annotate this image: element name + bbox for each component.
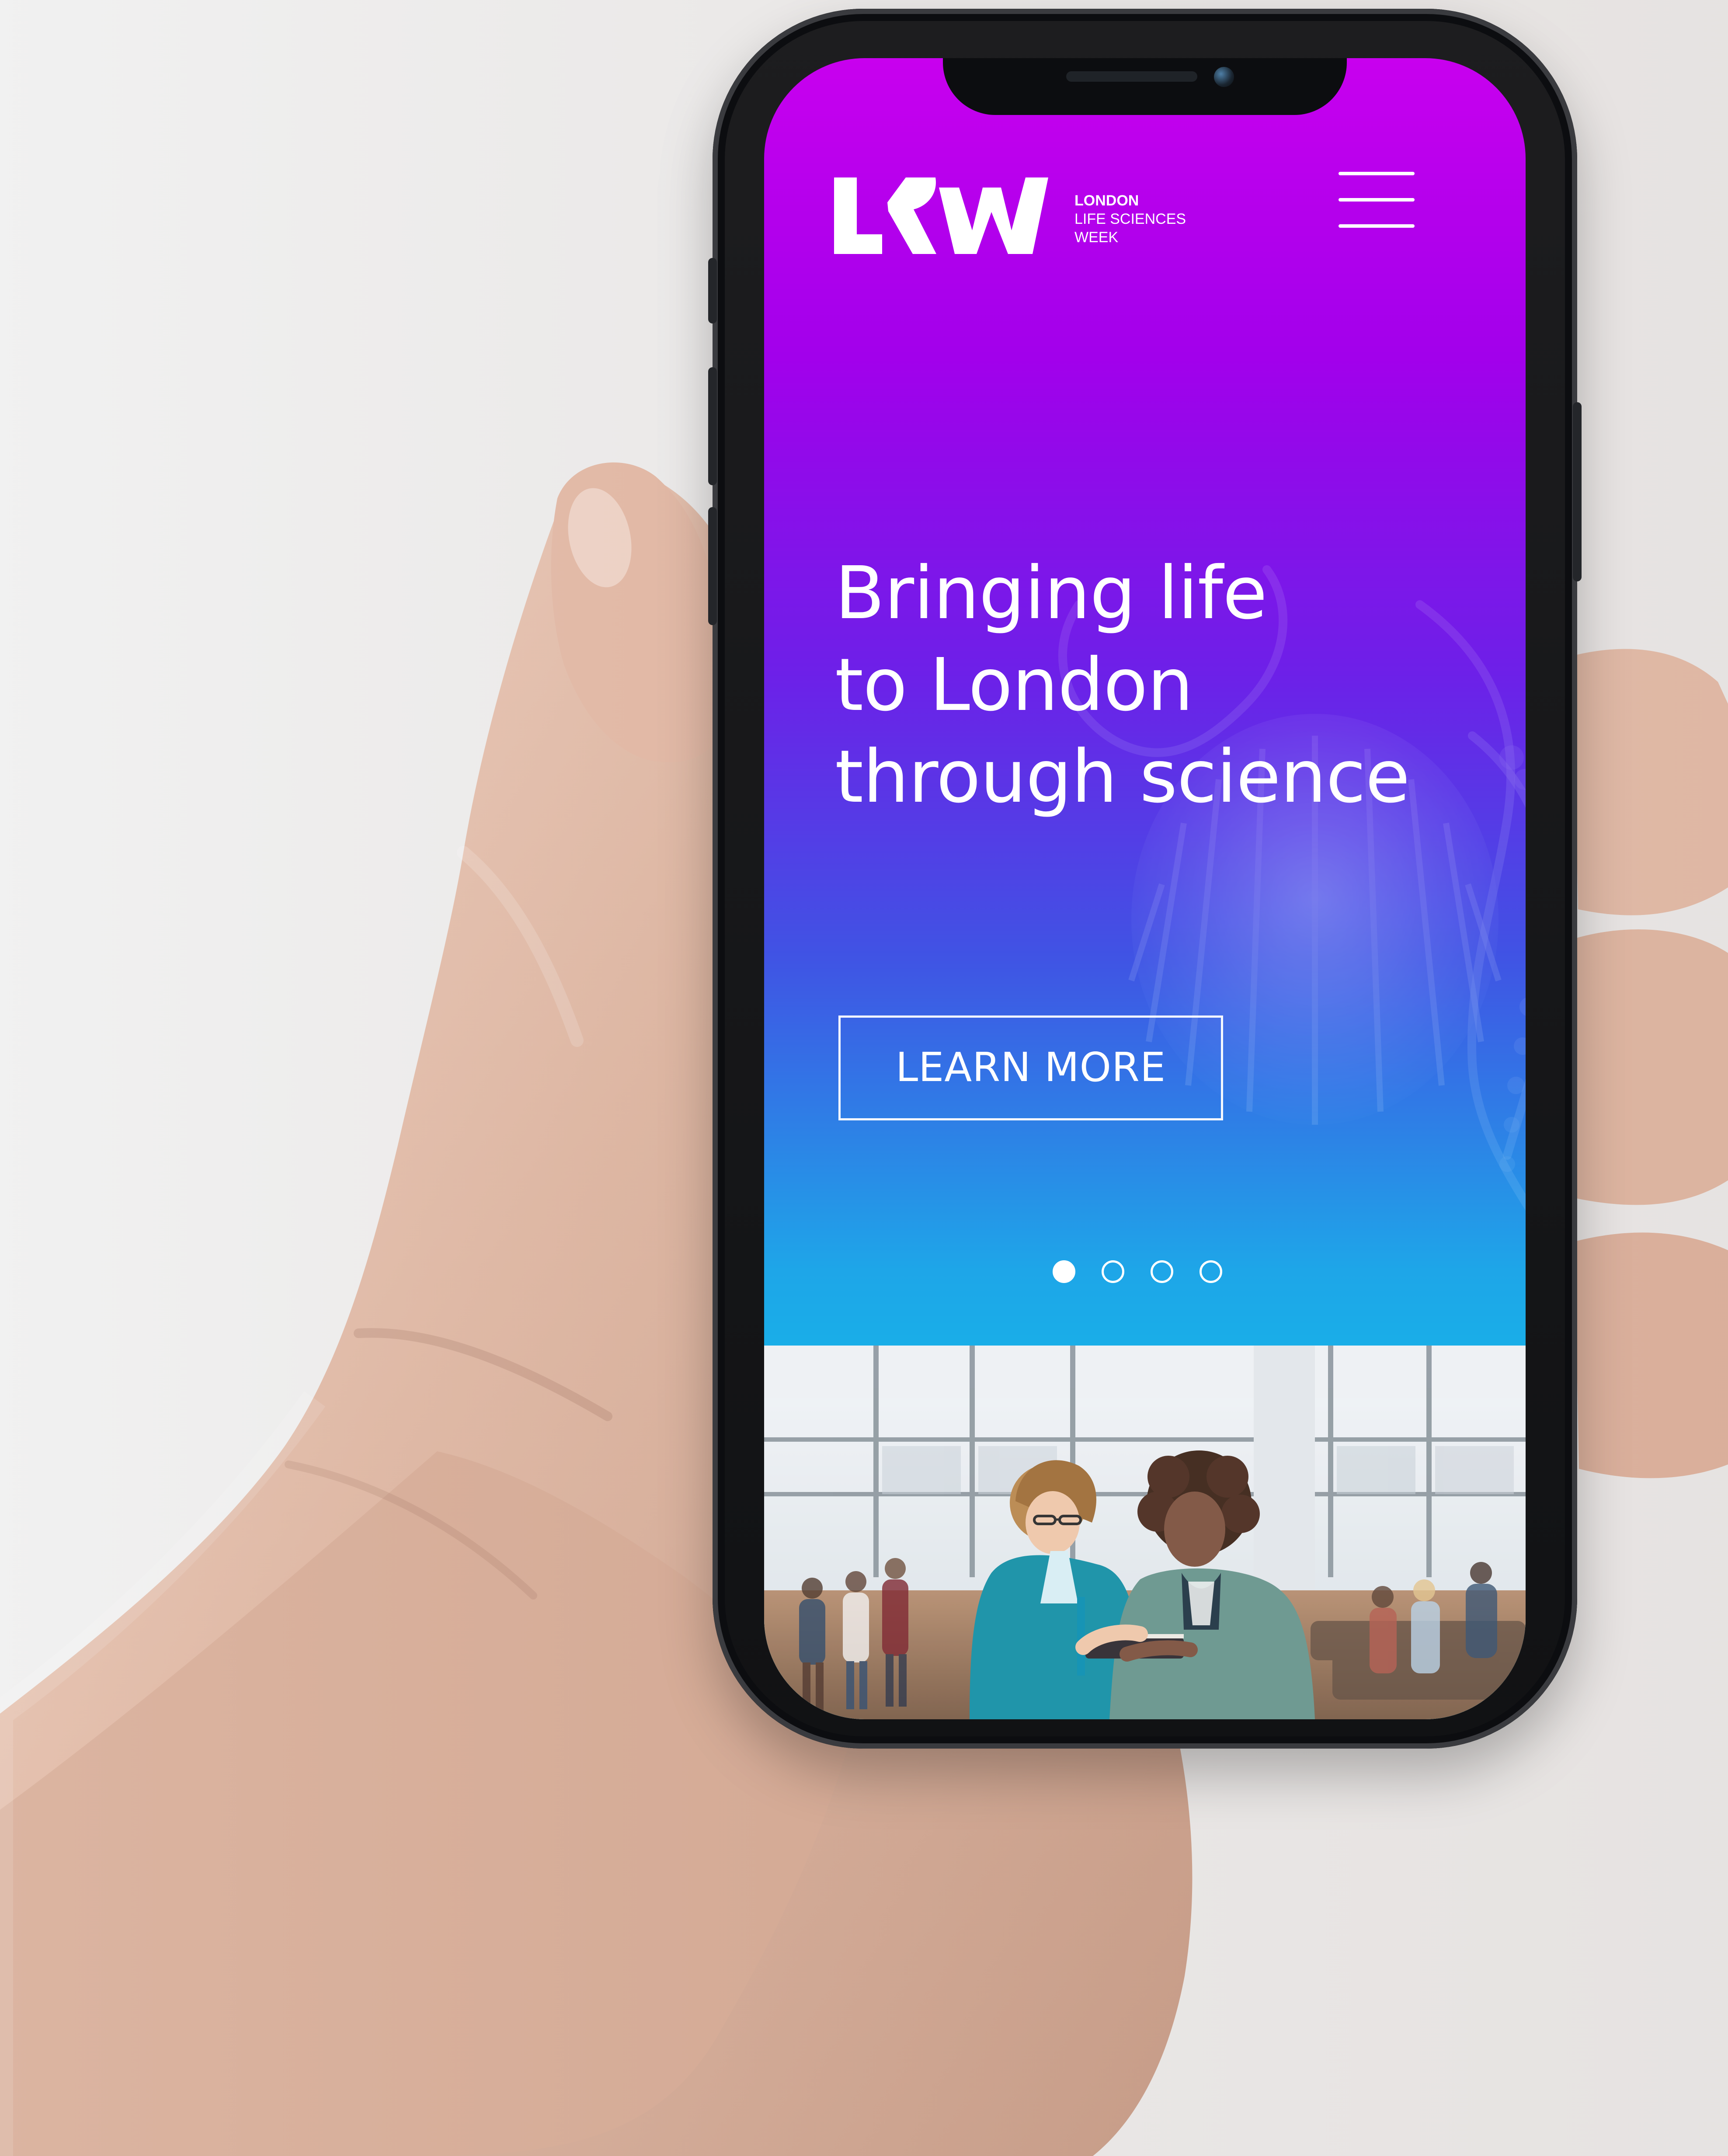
hero-title-line-1: Bringing life xyxy=(835,551,1267,636)
phone-notch xyxy=(943,58,1347,115)
logo-line-life-sciences: LIFE SCIENCES xyxy=(1074,211,1186,227)
power-button xyxy=(1573,402,1582,581)
carousel-dot-4[interactable] xyxy=(1200,1260,1222,1283)
phone-mockup-scene: LONDON LIFE SCIENCES WEEK Bringing life … xyxy=(0,0,1728,2156)
front-camera-icon xyxy=(1214,67,1234,87)
carousel-dot-2[interactable] xyxy=(1102,1260,1124,1283)
carousel-pagination xyxy=(1053,1260,1236,1291)
hero-title: Bringing life to London through science xyxy=(835,548,1512,823)
logo-line-london: LONDON xyxy=(1074,192,1139,209)
carousel-dot-1[interactable] xyxy=(1053,1260,1075,1283)
lsw-logo-icon[interactable] xyxy=(834,175,1048,254)
site-header: LONDON LIFE SCIENCES WEEK xyxy=(834,172,1455,272)
hero-section: Bringing life to London through science xyxy=(835,548,1512,823)
conference-photo xyxy=(764,1346,1526,1719)
menu-icon-bar-bottom xyxy=(1339,224,1415,228)
learn-more-button[interactable]: LEARN MORE xyxy=(838,1015,1223,1120)
logo-line-week: WEEK xyxy=(1074,229,1119,246)
carousel-dot-3[interactable] xyxy=(1151,1260,1173,1283)
mute-switch xyxy=(708,258,717,323)
logo-wordmark: LONDON LIFE SCIENCES WEEK xyxy=(1074,191,1186,247)
volume-down-button xyxy=(708,507,717,625)
hamburger-menu-button[interactable] xyxy=(1339,172,1415,228)
menu-icon-bar-top xyxy=(1339,172,1415,175)
menu-icon-bar-middle xyxy=(1339,198,1415,202)
hero-title-line-3: through science xyxy=(835,735,1410,819)
volume-up-button xyxy=(708,367,717,485)
phone-screen: LONDON LIFE SCIENCES WEEK Bringing life … xyxy=(764,58,1526,1719)
hero-title-line-2: to London xyxy=(835,643,1193,727)
speaker-grille-icon xyxy=(1066,71,1197,82)
phone-frame: LONDON LIFE SCIENCES WEEK Bringing life … xyxy=(708,9,1582,1749)
